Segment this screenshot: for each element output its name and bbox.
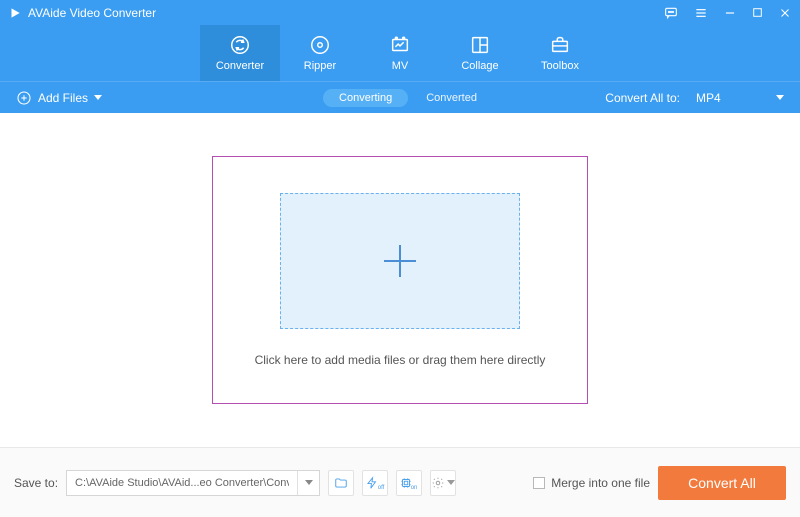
output-format-select[interactable]: MP4 [690,89,790,107]
sub-toolbar: Add Files Converting Converted Convert A… [0,81,800,113]
nav-label: Ripper [304,60,336,72]
footer-bar: Save to: off on Merge into one file Conv… [0,447,800,517]
feedback-icon[interactable] [663,5,679,21]
selected-format: MP4 [696,91,721,105]
chevron-down-icon [94,95,102,100]
hw-accel-button[interactable]: off [362,470,388,496]
main-nav: Converter Ripper MV Collage Toolbox [0,25,800,81]
gpu-button[interactable]: on [396,470,422,496]
collage-icon [469,34,491,56]
nav-label: Converter [216,60,264,72]
nav-collage[interactable]: Collage [440,25,520,81]
menu-icon[interactable] [693,5,709,21]
checkbox-icon [533,477,545,489]
main-area: Click here to add media files or drag th… [0,113,800,447]
converter-icon [229,34,251,56]
open-folder-button[interactable] [328,470,354,496]
mv-icon [389,34,411,56]
folder-icon [334,476,348,490]
app-logo: AVAide Video Converter [8,6,156,20]
nav-label: Collage [461,60,498,72]
save-path-box [66,470,320,496]
nav-label: Toolbox [541,60,579,72]
chevron-down-icon [447,480,455,485]
dropzone-text: Click here to add media files or drag th… [255,353,546,367]
merge-checkbox[interactable]: Merge into one file [533,476,650,490]
lightning-icon [365,476,379,490]
nav-label: MV [392,60,409,72]
tab-converted[interactable]: Converted [426,92,477,104]
dropzone-inner [280,193,520,329]
nav-toolbox[interactable]: Toolbox [520,25,600,81]
ripper-icon [309,34,331,56]
status-tabs: Converting Converted [323,89,477,107]
save-path-dropdown[interactable] [297,471,319,495]
toolbox-icon [549,34,571,56]
save-path-input[interactable] [67,477,297,489]
merge-label: Merge into one file [551,476,650,490]
minimize-icon[interactable] [723,6,737,20]
nav-converter[interactable]: Converter [200,25,280,81]
close-icon[interactable] [778,6,792,20]
tab-converting[interactable]: Converting [323,89,408,107]
window-controls [663,5,792,21]
play-logo-icon [8,6,22,20]
convert-all-to-label: Convert All to: [605,91,680,105]
add-files-label: Add Files [38,91,88,105]
nav-mv[interactable]: MV [360,25,440,81]
add-files-button[interactable]: Add Files [10,87,108,109]
chevron-down-icon [776,95,784,100]
dropzone[interactable]: Click here to add media files or drag th… [212,156,588,404]
save-to-label: Save to: [14,476,58,490]
settings-button[interactable] [430,470,456,496]
gear-icon [431,476,445,490]
plus-icon [376,237,424,285]
maximize-icon[interactable] [751,6,764,19]
plus-circle-icon [16,90,32,106]
chevron-down-icon [305,480,313,485]
convert-all-button[interactable]: Convert All [658,466,786,500]
titlebar: AVAide Video Converter [0,0,800,25]
app-title: AVAide Video Converter [28,6,156,20]
nav-ripper[interactable]: Ripper [280,25,360,81]
